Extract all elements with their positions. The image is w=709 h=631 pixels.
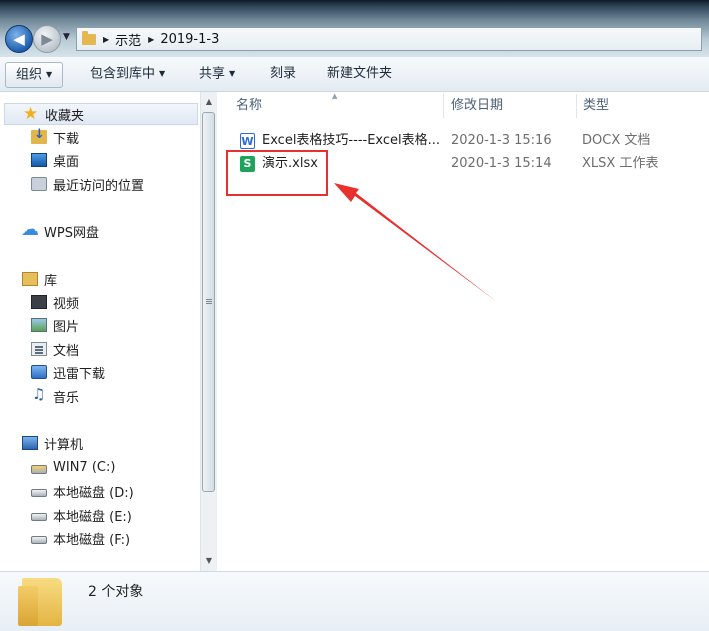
back-button[interactable]: ◀ bbox=[5, 25, 33, 53]
burn-button[interactable]: 刻录 bbox=[270, 57, 296, 91]
video-icon bbox=[31, 295, 47, 309]
folder-icon bbox=[82, 30, 96, 45]
file-modified: 2020-1-3 15:14 bbox=[451, 156, 552, 171]
library-icon bbox=[22, 272, 38, 286]
nav-libraries[interactable]: 库 bbox=[22, 269, 57, 289]
nav-documents[interactable]: 文档 bbox=[31, 339, 79, 359]
nav-drive-d[interactable]: 本地磁盘 (D:) bbox=[31, 481, 134, 501]
system-drive-icon bbox=[31, 464, 47, 474]
hard-drive-icon bbox=[31, 513, 47, 521]
scroll-up-icon[interactable]: ▲ bbox=[201, 94, 217, 110]
column-header-name[interactable]: 名称 bbox=[236, 92, 262, 120]
new-folder-button[interactable]: 新建文件夹 bbox=[327, 57, 392, 91]
share-button[interactable]: 共享 ▼ bbox=[199, 57, 235, 91]
annotation-highlight-box bbox=[226, 150, 328, 196]
command-toolbar: 组织 ▼ 包含到库中 ▼ 共享 ▼ 刻录 新建文件夹 bbox=[0, 57, 709, 92]
address-bar: ◀ ▶ ▼ ▶ 示范 ▶ 2019-1-3 bbox=[0, 0, 709, 57]
nav-favorites[interactable]: 收藏夹 bbox=[4, 103, 198, 125]
nav-scrollbar[interactable]: ▲ ▼ bbox=[200, 92, 217, 571]
chevron-right-icon[interactable]: ▶ bbox=[103, 35, 109, 44]
breadcrumb-item[interactable]: 2019-1-3 bbox=[160, 32, 219, 47]
chevron-right-icon[interactable]: ▶ bbox=[148, 35, 154, 44]
wps-writer-file-icon: W bbox=[240, 133, 255, 149]
nav-computer[interactable]: 计算机 bbox=[22, 433, 83, 453]
desktop-icon bbox=[31, 153, 47, 167]
status-bar: 2 个对象 bbox=[0, 571, 709, 631]
nav-drive-e[interactable]: 本地磁盘 (E:) bbox=[31, 505, 132, 525]
picture-icon bbox=[31, 318, 47, 332]
file-name: Excel表格技巧----Excel表格... bbox=[262, 133, 441, 148]
forward-button[interactable]: ▶ bbox=[33, 25, 61, 53]
nav-thunder-downloads[interactable]: 迅雷下载 bbox=[31, 362, 105, 382]
file-modified: 2020-1-3 15:16 bbox=[451, 133, 552, 148]
chevron-down-icon: ▼ bbox=[229, 69, 236, 78]
arrow-left-icon: ◀ bbox=[13, 30, 25, 48]
cloud-icon bbox=[21, 219, 39, 240]
nav-videos[interactable]: 视频 bbox=[31, 292, 79, 312]
scrollbar-thumb[interactable] bbox=[202, 112, 215, 492]
nav-drive-f[interactable]: 本地磁盘 (F:) bbox=[31, 528, 130, 548]
arrow-right-icon: ▶ bbox=[41, 30, 53, 48]
nav-desktop[interactable]: 桌面 bbox=[31, 150, 79, 170]
folder-icon bbox=[18, 578, 62, 626]
recent-places-icon bbox=[31, 177, 47, 191]
nav-downloads[interactable]: 下载 bbox=[31, 127, 79, 147]
grip-icon bbox=[206, 299, 212, 300]
item-count: 2 个对象 bbox=[88, 584, 144, 600]
include-in-library-button[interactable]: 包含到库中 ▼ bbox=[90, 57, 165, 91]
nav-pictures[interactable]: 图片 bbox=[31, 315, 79, 335]
document-icon bbox=[31, 342, 47, 356]
column-header-type[interactable]: 类型 bbox=[583, 92, 609, 120]
music-icon bbox=[31, 385, 47, 403]
star-icon bbox=[23, 104, 39, 124]
column-header-modified[interactable]: 修改日期 bbox=[451, 92, 503, 120]
file-type: XLSX 工作表 bbox=[582, 156, 659, 171]
sort-ascending-icon: ▲ bbox=[332, 92, 338, 100]
recent-pages-dropdown[interactable]: ▼ bbox=[63, 32, 70, 42]
download-folder-icon bbox=[31, 127, 47, 144]
scroll-down-icon[interactable]: ▼ bbox=[201, 553, 217, 569]
breadcrumb-item[interactable]: 示范 bbox=[115, 30, 141, 49]
file-row[interactable]: W Excel表格技巧----Excel表格... 2020-1-3 15:16… bbox=[218, 130, 709, 152]
chevron-down-icon: ▼ bbox=[159, 69, 166, 78]
hard-drive-icon bbox=[31, 489, 47, 497]
thunder-download-icon bbox=[31, 365, 47, 379]
column-divider[interactable] bbox=[576, 94, 577, 118]
nav-recent-places[interactable]: 最近访问的位置 bbox=[31, 174, 144, 194]
hard-drive-icon bbox=[31, 536, 47, 544]
column-divider[interactable] bbox=[443, 94, 444, 118]
computer-icon bbox=[22, 436, 38, 450]
navigation-pane: 收藏夹 下载 桌面 最近访问的位置 WPS网盘 库 视频 图片 文档 迅雷下载 … bbox=[0, 92, 200, 571]
nav-drive-c[interactable]: WIN7 (C:) bbox=[31, 457, 115, 477]
address-field[interactable]: ▶ 示范 ▶ 2019-1-3 bbox=[76, 27, 702, 51]
nav-music[interactable]: 音乐 bbox=[31, 385, 79, 406]
nav-wps-cloud[interactable]: WPS网盘 bbox=[21, 219, 99, 241]
file-type: DOCX 文档 bbox=[582, 133, 651, 148]
organize-button[interactable]: 组织 ▼ bbox=[5, 62, 64, 88]
chevron-down-icon: ▼ bbox=[46, 70, 53, 79]
